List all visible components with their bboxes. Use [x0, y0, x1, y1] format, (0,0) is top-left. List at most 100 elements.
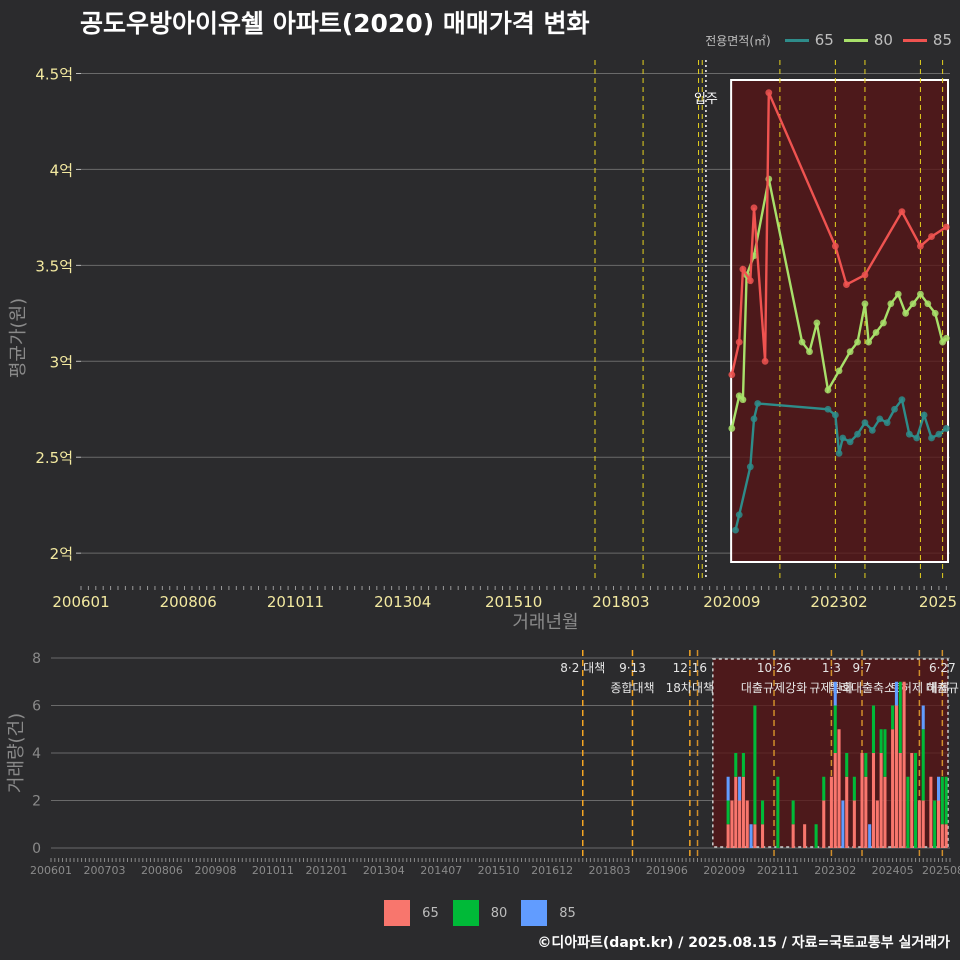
bar-80: [852, 776, 856, 801]
bar-80: [921, 729, 925, 801]
bar-80: [726, 800, 730, 825]
bar-65: [902, 681, 906, 848]
bar-x-tick-label: 201407: [420, 864, 462, 877]
data-point-80: [865, 338, 873, 346]
x-tick-label: 200806: [160, 593, 217, 611]
bar-80: [845, 753, 849, 777]
bar-80: [822, 776, 826, 801]
data-point-65: [735, 511, 743, 519]
bar-x-tick-label: 201201: [305, 864, 347, 877]
bar-x-tick-label: 200908: [194, 864, 236, 877]
data-point-80: [824, 386, 832, 394]
bar-65: [860, 753, 864, 848]
bar-85: [894, 681, 898, 706]
data-point-80: [739, 396, 747, 404]
bar-legend-item-80: 80: [452, 900, 508, 926]
data-point-65: [935, 430, 943, 438]
bar-65: [883, 776, 887, 848]
bar-65: [871, 753, 876, 848]
data-point-85: [917, 242, 924, 250]
x-axis-label: 거래년월: [512, 612, 578, 633]
bar-85: [868, 824, 872, 848]
bar-65: [944, 824, 948, 848]
bar-85: [749, 824, 753, 848]
bar-65: [829, 776, 833, 848]
data-point-65: [928, 434, 935, 442]
bar-65: [803, 824, 807, 848]
bar-80: [883, 729, 887, 777]
policy-label-sub: 대출규제강화: [741, 681, 807, 695]
bar-65: [894, 705, 898, 848]
data-point-85: [942, 223, 950, 231]
bar-y-tick-label: 6: [32, 699, 41, 715]
bar-65: [791, 824, 795, 848]
x-tick-label: 201510: [485, 593, 542, 611]
data-point-85: [739, 265, 747, 273]
data-point-80: [917, 290, 924, 298]
bar-80: [761, 800, 765, 825]
bar-legend-swatch-80: [452, 900, 479, 926]
x-tick-label: 2025: [919, 593, 957, 611]
bar-80: [791, 800, 795, 825]
data-point-85: [746, 277, 754, 285]
bar-65: [910, 753, 914, 848]
data-point-85: [898, 208, 906, 216]
data-point-80: [872, 329, 880, 336]
bar-y-tick-label: 4: [32, 746, 41, 762]
bar-80: [864, 753, 868, 777]
bar-legend-item-85: 85: [521, 900, 576, 926]
policy-label-sub: 종합대책: [610, 680, 654, 695]
bar-85: [921, 705, 925, 730]
move-in-annotation: 입주: [694, 92, 718, 107]
bar-80: [734, 753, 738, 777]
bar-x-tick-label: 201612: [531, 864, 573, 877]
data-point-85: [843, 281, 850, 288]
data-point-65: [831, 411, 839, 419]
bar-65: [833, 753, 837, 848]
y-tick-label: 3.5억: [35, 257, 73, 275]
policy-label: 12·16: [673, 661, 707, 675]
bar-80: [741, 753, 745, 777]
bar-x-tick-label: 202508: [922, 864, 960, 877]
data-point-65: [839, 434, 847, 442]
data-point-85: [861, 271, 869, 279]
bar-80: [776, 776, 780, 848]
y-axis-label: 평균가(원): [8, 298, 29, 378]
bar-65: [726, 824, 730, 848]
data-point-65: [868, 426, 876, 434]
bar-legend: 65 80 85: [0, 900, 960, 926]
data-point-80: [924, 300, 932, 308]
bar-65: [921, 800, 925, 848]
bar-65: [738, 800, 742, 848]
bar-x-tick-label: 202405: [872, 864, 914, 877]
data-point-85: [765, 89, 773, 97]
bar-85: [738, 776, 742, 801]
bar-x-tick-label: 202111: [757, 864, 799, 877]
data-point-65: [913, 434, 921, 442]
data-point-65: [746, 463, 754, 471]
bar-65: [875, 800, 879, 848]
policy-label: 9·7: [852, 661, 871, 675]
data-point-65: [891, 405, 898, 413]
data-point-80: [887, 300, 895, 308]
y-tick-label: 3억: [50, 353, 73, 371]
bar-85: [936, 776, 941, 801]
x-tick-label: 201304: [374, 593, 431, 611]
bar-65: [917, 800, 921, 848]
data-point-80: [880, 319, 887, 327]
policy-label-sub: 특례대출축소: [829, 681, 895, 695]
data-point-80: [861, 300, 869, 308]
bar-legend-label-80: 80: [490, 905, 508, 921]
bar-legend-label-85: 85: [559, 905, 576, 921]
data-point-80: [835, 367, 843, 375]
bar-65: [891, 729, 895, 848]
chart-canvas: 2억 2.5억 3억 3.5억 4억 4.5억 200601 200806 201011 2013…: [6, 60, 960, 877]
data-point-80: [798, 338, 806, 346]
data-point-65: [854, 430, 861, 438]
data-point-85: [735, 338, 743, 346]
data-point-80: [902, 309, 910, 317]
data-point-65: [732, 526, 739, 534]
bar-x-tick-label: 202302: [814, 864, 856, 877]
bar-85: [841, 800, 845, 848]
data-point-65: [905, 430, 913, 438]
